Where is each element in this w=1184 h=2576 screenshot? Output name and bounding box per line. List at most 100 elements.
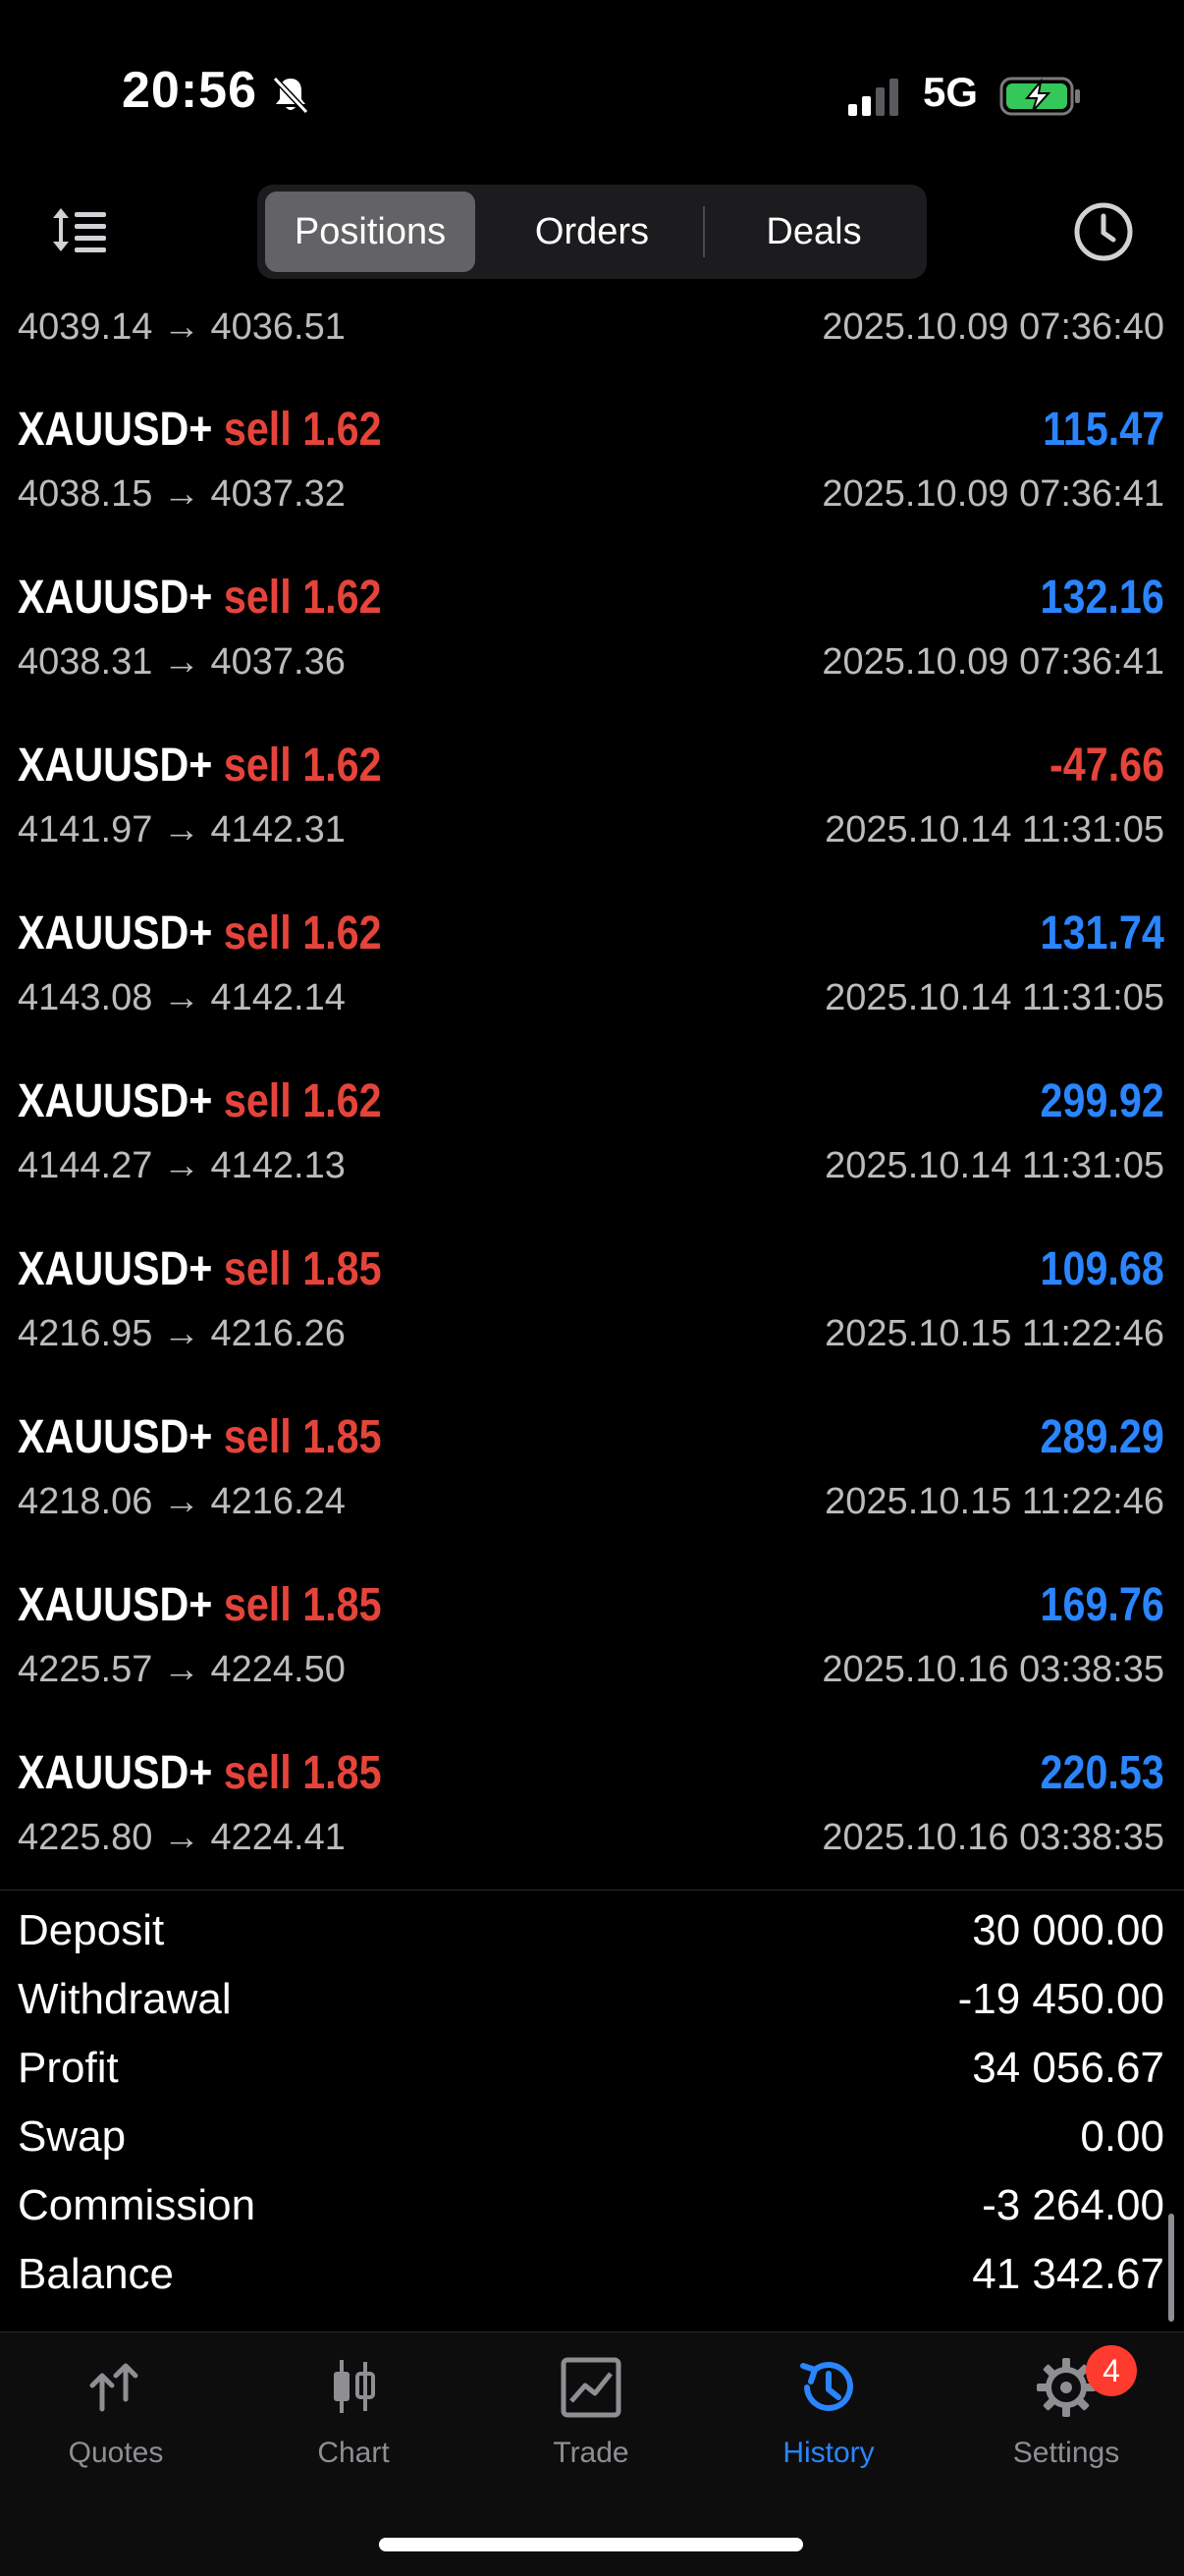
settings-notification-badge: 4 — [1086, 2345, 1137, 2396]
deal-time: 2025.10.14 11:31:05 — [825, 1145, 1164, 1186]
summary-label: Swap — [18, 2112, 127, 2161]
deal-time: 2025.10.09 07:36:41 — [822, 641, 1164, 683]
summary-label: Balance — [18, 2250, 175, 2298]
deal-side: sell — [223, 1411, 292, 1463]
segment-divider — [703, 206, 705, 257]
deal-prices: 4225.57 → 4224.50 — [18, 1649, 346, 1690]
deal-row[interactable]: XAUUSD+ sell 1.85 169.76 4225.57 → 4224.… — [0, 1564, 1184, 1732]
deal-symbol: XAUUSD+ — [18, 1579, 213, 1631]
tab-orders[interactable]: Orders — [487, 192, 697, 272]
deal-side: sell — [223, 1579, 292, 1631]
tab-trade[interactable]: Trade — [493, 2352, 689, 2499]
summary-value: 30 000.00 — [972, 1906, 1164, 1954]
deal-volume: 1.62 — [302, 740, 382, 792]
deal-symbol: XAUUSD+ — [18, 740, 213, 792]
tab-chart[interactable]: Chart — [255, 2352, 452, 2499]
tab-positions[interactable]: Positions — [265, 192, 475, 272]
deal-side: sell — [223, 572, 292, 624]
quotes-icon — [89, 2363, 138, 2412]
deal-prices: 4141.97 → 4142.31 — [18, 809, 346, 850]
deal-side: sell — [223, 1747, 292, 1799]
deal-volume: 1.85 — [302, 1411, 382, 1463]
deal-row[interactable]: XAUUSD+ sell 1.62 131.74 4143.08 → 4142.… — [0, 893, 1184, 1061]
sort-icon[interactable] — [49, 198, 112, 261]
summary-row-withdrawal: Withdrawal -19 450.00 — [0, 1969, 1184, 2038]
deal-volume: 1.62 — [302, 1075, 382, 1127]
summary-row-deposit: Deposit 30 000.00 — [0, 1900, 1184, 1969]
tab-label: History — [782, 2437, 875, 2469]
deal-profit: 132.16 — [1040, 572, 1164, 624]
deal-row[interactable]: XAUUSD+ sell 1.62 299.92 4144.27 → 4142.… — [0, 1061, 1184, 1229]
deal-time: 2025.10.09 07:36:40 — [822, 306, 1164, 348]
tab-quotes[interactable]: Quotes — [18, 2352, 214, 2499]
summary-label: Profit — [18, 2044, 119, 2092]
summary-row-commission: Commission -3 264.00 — [0, 2175, 1184, 2244]
deal-volume: 1.85 — [302, 1243, 382, 1295]
tab-label: Trade — [553, 2437, 629, 2469]
summary-label: Commission — [18, 2181, 256, 2229]
deal-row[interactable]: XAUUSD+ sell 1.85 289.29 4218.06 → 4216.… — [0, 1397, 1184, 1564]
deal-volume: 1.85 — [302, 1579, 382, 1631]
deal-symbol: XAUUSD+ — [18, 1411, 213, 1463]
deal-side: sell — [223, 1243, 292, 1295]
deal-row-partial[interactable]: 4039.14 → 4036.51 2025.10.09 07:36:40 — [0, 301, 1184, 359]
deal-row[interactable]: XAUUSD+ sell 1.85 109.68 4216.95 → 4216.… — [0, 1229, 1184, 1397]
bell-slash-icon — [272, 76, 309, 115]
clock-icon[interactable] — [1072, 200, 1135, 263]
deal-symbol: XAUUSD+ — [18, 1075, 213, 1127]
deal-volume: 1.85 — [302, 1747, 382, 1799]
deal-row[interactable]: XAUUSD+ sell 1.62 132.16 4038.31 → 4037.… — [0, 557, 1184, 725]
tab-deals[interactable]: Deals — [709, 192, 919, 272]
deal-symbol: XAUUSD+ — [18, 1747, 213, 1799]
deal-profit: 169.76 — [1040, 1579, 1164, 1631]
deal-symbol: XAUUSD+ — [18, 1243, 213, 1295]
deal-side: sell — [223, 404, 292, 456]
summary-value: 0.00 — [1080, 2112, 1164, 2161]
deal-time: 2025.10.16 03:38:35 — [822, 1817, 1164, 1858]
deal-time: 2025.10.14 11:31:05 — [825, 977, 1164, 1018]
deal-prices: 4144.27 → 4142.13 — [18, 1145, 346, 1186]
tab-label: Settings — [1012, 2437, 1120, 2469]
home-indicator[interactable] — [379, 2538, 803, 2551]
trade-icon — [561, 2357, 621, 2418]
deal-profit: 131.74 — [1040, 907, 1164, 959]
summary-label: Withdrawal — [18, 1975, 232, 2023]
deal-symbol: XAUUSD+ — [18, 404, 213, 456]
status-time: 20:56 — [122, 62, 257, 119]
summary-label: Deposit — [18, 1906, 165, 1954]
deal-volume: 1.62 — [302, 404, 382, 456]
deal-row[interactable]: XAUUSD+ sell 1.85 220.53 4225.80 → 4224.… — [0, 1732, 1184, 1900]
deal-prices: 4038.31 → 4037.36 — [18, 641, 346, 683]
deal-time: 2025.10.15 11:22:46 — [825, 1313, 1164, 1354]
deal-prices: 4225.80 → 4224.41 — [18, 1817, 346, 1858]
deal-prices: 4216.95 → 4216.26 — [18, 1313, 346, 1354]
deal-profit: 289.29 — [1040, 1411, 1164, 1463]
signal-icon — [848, 79, 898, 116]
battery-charging-icon — [999, 77, 1080, 116]
deal-profit: 299.92 — [1040, 1075, 1164, 1127]
deal-time: 2025.10.15 11:22:46 — [825, 1481, 1164, 1522]
summary-row-swap: Swap 0.00 — [0, 2107, 1184, 2175]
deal-row[interactable]: XAUUSD+ sell 1.62 115.47 4038.15 → 4037.… — [0, 389, 1184, 557]
history-icon — [800, 2362, 853, 2411]
deal-prices: 4038.15 → 4037.32 — [18, 473, 346, 515]
tab-history[interactable]: History — [730, 2352, 927, 2499]
deal-symbol: XAUUSD+ — [18, 572, 213, 624]
network-type: 5G — [923, 69, 979, 115]
deal-row[interactable]: XAUUSD+ sell 1.62 -47.66 4141.97 → 4142.… — [0, 725, 1184, 893]
deal-profit: 220.53 — [1040, 1747, 1164, 1799]
deal-side: sell — [223, 907, 292, 959]
summary-value: 34 056.67 — [972, 2044, 1164, 2092]
status-bar: 20:56 5G — [0, 0, 1184, 187]
deal-volume: 1.62 — [302, 572, 382, 624]
tab-label: Chart — [317, 2437, 390, 2469]
deal-side: sell — [223, 1075, 292, 1127]
deal-time: 2025.10.16 03:38:35 — [822, 1649, 1164, 1690]
history-mode-segmented-control: Positions Orders Deals — [257, 185, 927, 279]
deal-symbol: XAUUSD+ — [18, 907, 213, 959]
scrollbar[interactable] — [1168, 2214, 1174, 2322]
deal-prices: 4218.06 → 4216.24 — [18, 1481, 346, 1522]
deal-profit: 115.47 — [1043, 404, 1164, 456]
deal-profit: 109.68 — [1040, 1243, 1164, 1295]
summary-divider — [0, 1890, 1184, 1891]
